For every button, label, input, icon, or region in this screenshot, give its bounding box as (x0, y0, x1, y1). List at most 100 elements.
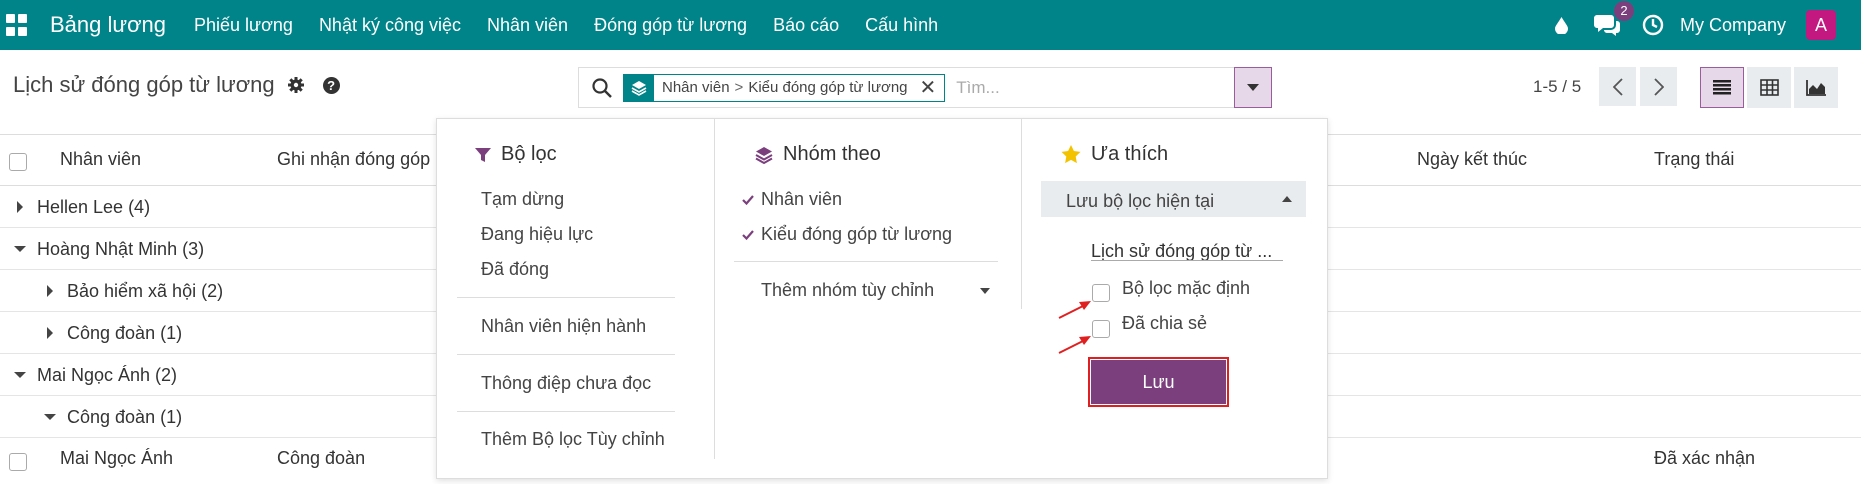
caret-down-icon (1247, 83, 1259, 91)
menu-item-payslips[interactable]: Phiếu lương (194, 15, 293, 36)
apps-menu-icon[interactable] (6, 14, 28, 36)
group-label: Bảo hiểm xã hội (2) (67, 281, 224, 301)
cell-employee: Mai Ngọc Ánh (60, 448, 174, 468)
save-favorite-button[interactable]: Lưu (1091, 360, 1226, 404)
row-checkbox[interactable] (9, 453, 27, 471)
shared-filter-label[interactable]: Đã chia sẻ (1122, 313, 1207, 334)
favorite-name-input[interactable]: Lịch sử đóng góp từ ... (1091, 229, 1283, 261)
activity-clock-icon[interactable] (1642, 14, 1664, 36)
divider (734, 261, 998, 262)
groupby-item-contribution-type[interactable]: Kiểu đóng góp từ lương (761, 224, 952, 245)
messages-count-badge: 2 (1613, 1, 1634, 21)
filter-item-current-employee[interactable]: Nhân viên hiện hành (481, 316, 646, 337)
add-custom-filter[interactable]: Thêm Bộ lọc Tùy chỉnh (481, 429, 665, 450)
groupby-facet: Nhân viên > Kiểu đóng góp từ lương ✕ (623, 73, 946, 102)
chevron-right-icon (1653, 77, 1664, 96)
caret-up-icon (1282, 196, 1292, 202)
search-panel-dropdown: Bộ lọc Tạm dừng Đang hiệu lực Đã đóng Nh… (436, 118, 1328, 479)
filters-title: Bộ lọc (501, 143, 557, 165)
add-custom-group[interactable]: Thêm nhóm tùy chỉnh (761, 280, 934, 301)
menu-item-work-entries[interactable]: Nhật ký công việc (319, 15, 461, 36)
filter-item-unread-messages[interactable]: Thông điệp chưa đọc (481, 373, 651, 394)
divider (457, 411, 675, 412)
caret-right-icon (47, 327, 53, 339)
column-header-status[interactable]: Trạng thái (1654, 149, 1734, 170)
pivot-view-button[interactable] (1747, 67, 1791, 108)
caret-right-icon (47, 285, 53, 297)
star-icon (1061, 145, 1081, 164)
filters-section-title: Bộ lọc (475, 143, 557, 166)
area-chart-icon (1806, 79, 1826, 96)
navbar-systray: 2 My Company A (1554, 0, 1861, 50)
save-current-search-label: Lưu bộ lọc hiện tại (1066, 191, 1215, 211)
menu-item-employees[interactable]: Nhân viên (487, 15, 568, 36)
help-icon[interactable]: ? (322, 76, 340, 94)
cell-contribution-type: Công đoàn (277, 448, 366, 468)
cell-status: Đã xác nhận (1654, 448, 1756, 468)
divider (457, 297, 675, 298)
pager-next-button[interactable] (1640, 67, 1677, 106)
company-switcher[interactable]: My Company (1680, 15, 1786, 36)
list-view-button[interactable] (1700, 67, 1744, 108)
column-divider (1021, 119, 1022, 309)
search-input[interactable] (956, 77, 1177, 98)
table-grid-icon (1759, 79, 1779, 96)
list-view-icon (1713, 80, 1731, 95)
page-title: Lịch sử đóng góp từ lương (13, 72, 275, 97)
select-all-checkbox[interactable] (9, 153, 27, 171)
annotation-arrow-icon (1058, 301, 1091, 319)
groupby-section-title: Nhóm theo (755, 143, 881, 166)
filter-icon (475, 147, 491, 162)
graph-view-button[interactable] (1794, 67, 1838, 108)
search-icon[interactable] (591, 77, 613, 99)
caret-down-icon (14, 372, 26, 378)
filter-item-closed[interactable]: Đã đóng (481, 259, 549, 280)
favorites-section-title: Ưa thích (1061, 143, 1168, 166)
group-label: Công đoàn (1) (67, 323, 183, 343)
caret-down-icon[interactable] (980, 288, 990, 294)
group-label: Hoàng Nhật Minh (3) (37, 239, 205, 259)
groupby-item-employee[interactable]: Nhân viên (761, 189, 842, 210)
column-header-employee[interactable]: Nhân viên (60, 149, 141, 170)
group-label: Công đoàn (1) (67, 407, 183, 427)
column-header-contribution-record[interactable]: Ghi nhận đóng góp (277, 149, 430, 170)
facet-value-contribution-type: Kiểu đóng góp từ lương (748, 79, 908, 96)
search-bar: Nhân viên > Kiểu đóng góp từ lương ✕ (578, 67, 1271, 108)
favorites-title: Ưa thích (1091, 143, 1169, 165)
top-navbar: Bảng lương Phiếu lương Nhật ký công việc… (0, 0, 1861, 50)
search-panel-toggle-button[interactable] (1234, 67, 1272, 108)
divider (457, 354, 675, 355)
checkmark-icon (742, 230, 754, 240)
save-current-search-toggle[interactable]: Lưu bộ lọc hiện tại (1041, 181, 1306, 217)
facet-remove-icon[interactable]: ✕ (914, 78, 945, 98)
filter-item-paused[interactable]: Tạm dừng (481, 189, 564, 210)
messages-button[interactable]: 2 (1593, 1, 1634, 37)
caret-down-icon (14, 246, 26, 252)
pager-value[interactable]: 1-5 / 5 (1533, 77, 1581, 97)
shared-filter-checkbox[interactable] (1092, 320, 1110, 338)
chevron-left-icon (1612, 77, 1623, 96)
default-filter-checkbox[interactable] (1092, 284, 1110, 302)
column-divider (714, 119, 715, 459)
layers-icon (624, 73, 654, 102)
filter-item-running[interactable]: Đang hiệu lực (481, 224, 593, 245)
caret-down-icon (44, 414, 56, 420)
main-menu: Phiếu lương Nhật ký công việc Nhân viên … (194, 15, 964, 36)
caret-right-icon (17, 201, 23, 213)
water-drop-icon[interactable] (1554, 16, 1568, 34)
breadcrumb: Lịch sử đóng góp từ lương ? (13, 72, 340, 98)
layers-icon (755, 146, 773, 164)
gear-icon[interactable] (287, 76, 305, 94)
facet-value-employee: Nhân viên (662, 79, 730, 96)
annotation-arrow-icon (1058, 336, 1091, 354)
default-filter-label[interactable]: Bộ lọc mặc định (1122, 278, 1250, 299)
user-avatar[interactable]: A (1806, 10, 1836, 40)
facet-values: Nhân viên > Kiểu đóng góp từ lương (654, 79, 914, 96)
column-header-end-date[interactable]: Ngày kết thúc (1417, 149, 1527, 170)
pager-previous-button[interactable] (1599, 67, 1636, 106)
menu-item-contributions[interactable]: Đóng góp từ lương (594, 15, 747, 36)
groupby-title: Nhóm theo (783, 143, 881, 165)
menu-item-configuration[interactable]: Cấu hình (865, 15, 938, 36)
app-title[interactable]: Bảng lương (50, 12, 166, 38)
menu-item-reports[interactable]: Báo cáo (773, 15, 839, 36)
